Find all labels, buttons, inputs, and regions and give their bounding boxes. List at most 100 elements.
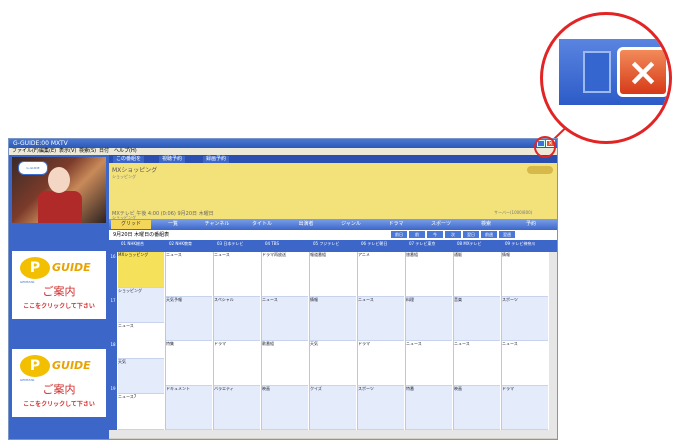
- menu-edit[interactable]: 編集(E): [39, 148, 56, 155]
- view-drama-button[interactable]: ドラマ: [375, 220, 417, 229]
- program-cell[interactable]: MXショッピング: [118, 252, 164, 288]
- program-cell[interactable]: スポーツ: [358, 385, 404, 430]
- now-button[interactable]: 今: [427, 231, 443, 238]
- channel-label[interactable]: 05 フジテレビ: [313, 241, 339, 247]
- program-cell[interactable]: ニュース: [358, 296, 404, 341]
- next-button[interactable]: 次: [445, 231, 461, 238]
- menu-date[interactable]: 日付: [99, 148, 109, 155]
- program-cell[interactable]: ドラマ再放送: [262, 252, 308, 297]
- program-cell[interactable]: 情報: [310, 296, 356, 341]
- channel-label[interactable]: 08 MXテレビ: [457, 241, 482, 247]
- program-cell[interactable]: ドラマ: [358, 341, 404, 386]
- menu-bar: ファイル(F) 編集(E) 表示(V) 検索(S) 日付 ヘルプ(H): [9, 148, 557, 155]
- channel-label[interactable]: 03 日本テレビ: [217, 241, 243, 247]
- program-cell[interactable]: ニュース: [454, 341, 500, 386]
- view-genre-button[interactable]: ジャンル: [329, 220, 373, 229]
- search-button[interactable]: 検索: [465, 220, 507, 229]
- ad-title: ご案内: [42, 383, 76, 396]
- view-channel-button[interactable]: チャンネル: [195, 220, 239, 229]
- hour-column: 16 17 18 19: [109, 252, 117, 430]
- channel-label[interactable]: 01 NHK総合: [121, 241, 144, 247]
- channel-label[interactable]: 07 テレビ東京: [409, 241, 435, 247]
- view-list-button[interactable]: 一覧: [153, 220, 193, 229]
- program-cell[interactable]: 特集: [166, 341, 212, 386]
- program-cell[interactable]: ニュース: [262, 296, 308, 341]
- channel-label[interactable]: 04 TBS: [265, 241, 279, 246]
- program-cell[interactable]: ドラマ: [214, 341, 260, 386]
- hour-label: 17: [110, 298, 116, 303]
- guide-ad-banner[interactable]: P GUIDE GEMSTAR ご案内 ここをクリックして下さい: [12, 349, 106, 417]
- next-week-button[interactable]: 翌週: [499, 231, 515, 238]
- program-cell[interactable]: スポーツ: [502, 296, 548, 341]
- program-cell[interactable]: 映画: [454, 385, 500, 430]
- program-cell[interactable]: ニュース: [118, 323, 164, 359]
- program-cell[interactable]: ニュース: [166, 252, 212, 297]
- ad-brand: GUIDE: [52, 261, 91, 274]
- kimono-figure: [38, 191, 82, 223]
- program-cell[interactable]: 天気: [310, 341, 356, 386]
- program-info-panel: MXショッピング ショッピング MXテレビ 午後 4:00 (0:06) 9月2…: [109, 163, 557, 220]
- reserve-button[interactable]: 予約: [509, 220, 553, 229]
- zoom-callout: ×: [540, 12, 672, 144]
- program-cell[interactable]: 映画: [262, 385, 308, 430]
- guide-ad-banner[interactable]: P GUIDE GEMSTAR ご案内 ここをクリックして下さい: [12, 251, 106, 319]
- program-cell[interactable]: バラエティ: [214, 385, 260, 430]
- program-cell[interactable]: アニメ: [358, 252, 404, 297]
- view-grid-button[interactable]: グリッド: [111, 220, 151, 229]
- program-cell[interactable]: クイズ: [310, 385, 356, 430]
- program-cell[interactable]: ニュース: [406, 341, 452, 386]
- guide-logo-icon: P: [20, 355, 50, 377]
- prev-week-button[interactable]: 前週: [481, 231, 497, 238]
- tab-this-program[interactable]: この番組を: [113, 156, 145, 163]
- channel-column: MXショッピング ショッピング ニュース 天気 ニュース7: [117, 252, 166, 430]
- thumbnail-badge: G-GUIDE: [18, 161, 48, 175]
- program-cell[interactable]: 料理: [406, 296, 452, 341]
- prev-day-button[interactable]: 前日: [391, 231, 407, 238]
- channel-header: 01 NHK総合 02 NHK教育 03 日本テレビ 04 TBS 05 フジテ…: [109, 240, 557, 252]
- tab-watch-reserve[interactable]: 視聴予約: [159, 156, 186, 163]
- ad-brand: GUIDE: [52, 359, 91, 372]
- program-cell[interactable]: 情報: [502, 252, 548, 297]
- program-thumbnail[interactable]: G-GUIDE: [12, 157, 106, 223]
- program-cell[interactable]: ドキュメント: [166, 385, 212, 430]
- view-performer-button[interactable]: 出演者: [285, 220, 327, 229]
- channel-label[interactable]: 06 テレビ朝日: [361, 241, 387, 247]
- vertical-scrollbar[interactable]: [549, 252, 557, 430]
- program-cell[interactable]: 歌番組: [262, 341, 308, 386]
- menu-search[interactable]: 検索(S): [79, 148, 96, 155]
- program-cell[interactable]: スペシャル: [214, 296, 260, 341]
- program-cell[interactable]: 音楽: [454, 296, 500, 341]
- program-cell[interactable]: 報道番組: [310, 252, 356, 297]
- menu-view[interactable]: 表示(V): [59, 148, 76, 155]
- tab-record-reserve[interactable]: 録画予約: [203, 156, 230, 163]
- program-cell[interactable]: 旅番組: [406, 252, 452, 297]
- program-cell[interactable]: 通販: [454, 252, 500, 297]
- program-cell[interactable]: ニュース7: [118, 394, 164, 430]
- ad-title: ご案内: [42, 285, 76, 298]
- next-day-button[interactable]: 翌日: [463, 231, 479, 238]
- program-cell[interactable]: ニュース: [502, 341, 548, 386]
- left-panel: G-GUIDE P GUIDE GEMSTAR ご案内 ここをクリックして下さい…: [9, 155, 109, 439]
- prev-button[interactable]: 前: [409, 231, 425, 238]
- program-cell[interactable]: 特番: [406, 385, 452, 430]
- date-bar: 9月20日 木曜日の番組表 前日 前 今 次 翌日 前週 翌週: [109, 230, 557, 240]
- channel-column: ニュース スペシャル ドラマ バラエティ: [213, 252, 262, 430]
- channel-label[interactable]: 02 NHK教育: [169, 241, 192, 247]
- program-cell[interactable]: 天気: [118, 358, 164, 395]
- close-icon[interactable]: ×: [617, 47, 669, 97]
- program-cell[interactable]: ドラマ: [502, 385, 548, 430]
- channel-label[interactable]: 09 テレビ神奈川: [505, 241, 535, 247]
- guide-logo-icon: P: [20, 257, 50, 279]
- hour-label: 16: [110, 254, 116, 259]
- ad-click-text: ここをクリックして下さい: [23, 401, 95, 408]
- view-sports-button[interactable]: スポーツ: [419, 220, 463, 229]
- action-tabs: この番組を 視聴予約 録画予約: [109, 155, 557, 163]
- title-bar: G-GUIDE:00 MXTV ×: [9, 139, 557, 148]
- program-cell[interactable]: ニュース: [214, 252, 260, 297]
- program-cell[interactable]: 天気予報: [166, 296, 212, 341]
- menu-help[interactable]: ヘルプ(H): [114, 148, 137, 155]
- menu-file[interactable]: ファイル(F): [12, 148, 39, 155]
- horizontal-scrollbar[interactable]: [109, 430, 557, 438]
- program-cell[interactable]: ショッピング: [118, 287, 164, 324]
- view-title-button[interactable]: タイトル: [241, 220, 283, 229]
